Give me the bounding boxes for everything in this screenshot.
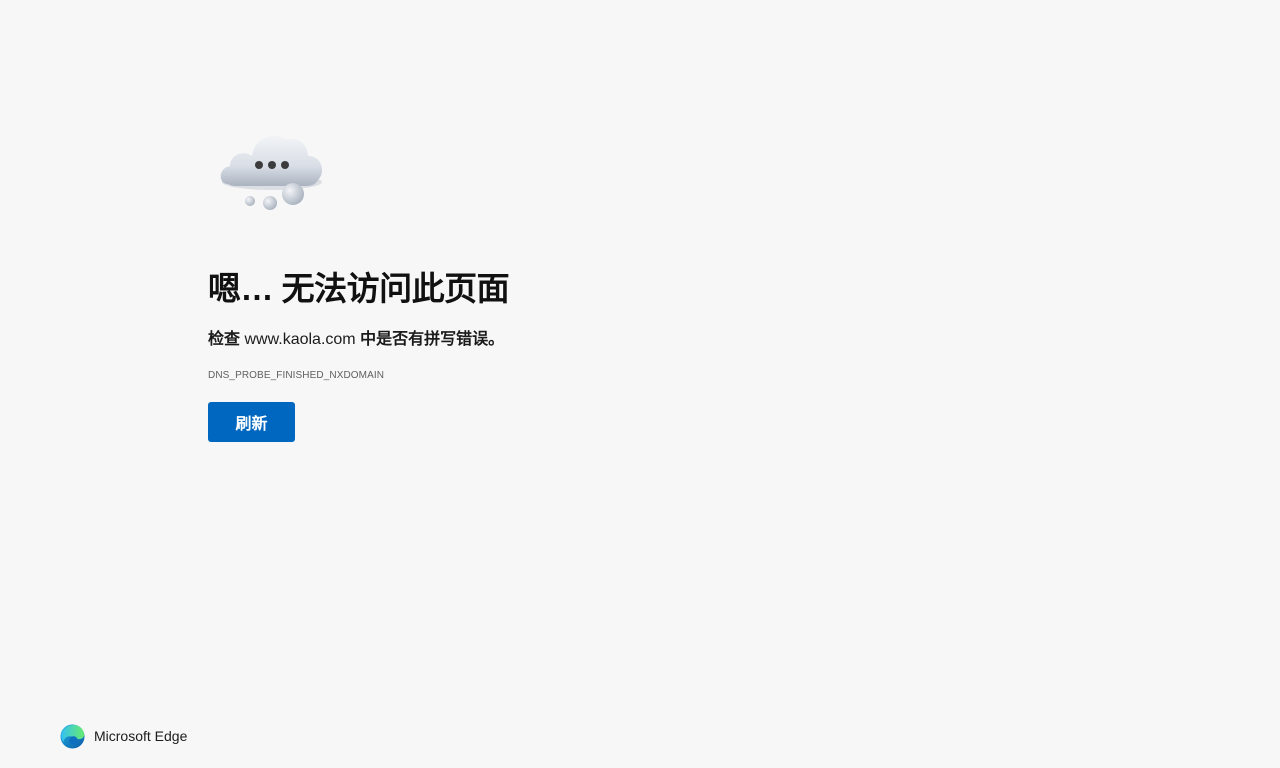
error-suggestion: 检查 www.kaola.com 中是否有拼写错误。 [208, 325, 504, 349]
domain-text: www.kaola.com [244, 331, 356, 348]
thought-bubble-medium [263, 196, 277, 210]
brand-name: Microsoft Edge [94, 728, 188, 744]
edge-logo-icon [60, 724, 85, 748]
thinking-dot [281, 161, 289, 169]
page-title: 嗯… 无法访问此页面 [208, 270, 510, 307]
thinking-dot [268, 161, 276, 169]
refresh-button[interactable]: 刷新 [208, 402, 295, 442]
suggestion-suffix: 中是否有拼写错误。 [360, 331, 505, 348]
error-code: DNS_PROBE_FINISHED_NXDOMAIN [208, 370, 385, 381]
footer-brand: Microsoft Edge [60, 723, 187, 749]
error-page: 嗯… 无法访问此页面 检查 www.kaola.com 中是否有拼写错误。 DN… [0, 0, 1280, 768]
thought-bubble-large [282, 183, 304, 205]
thought-bubble-small [245, 196, 255, 206]
cloud-thinking-icon [220, 135, 323, 210]
thinking-dot [255, 161, 263, 169]
suggestion-prefix: 检查 [208, 331, 241, 348]
